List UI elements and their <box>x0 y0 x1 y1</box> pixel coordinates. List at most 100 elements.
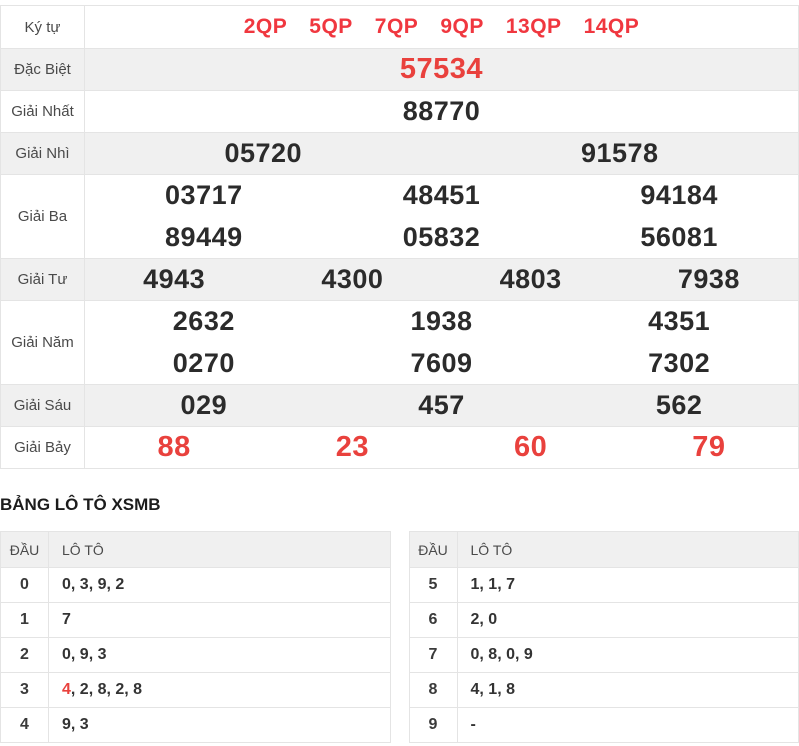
prize-label: Giải Ba <box>1 175 85 258</box>
prize-number: 94184 <box>640 180 718 211</box>
results-table: Ký tự 2QP 5QP 7QP 9QP 13QP 14QP Đặc Biệt 57534 Gi… <box>0 5 799 469</box>
prize-number: 79 <box>692 431 726 463</box>
loto-dau-cell: 4 <box>1 708 49 742</box>
loto-values-cell: 4, 2, 8, 2, 8 <box>49 673 390 707</box>
loto-col-header-dau: ĐẦU <box>410 532 458 567</box>
prize-number: 88 <box>157 431 191 463</box>
loto-value-part: 2, 0 <box>470 611 498 628</box>
prize-row: Đặc Biệt 57534 <box>1 48 798 90</box>
prize-number: 1938 <box>410 306 473 337</box>
symbol-code: 9QP <box>440 15 484 38</box>
loto-table-right: ĐẦU LÔ TÔ 5 1, 1, 7 6 2, 0 7 0, 8, 0, 9 8 4, 1,… <box>408 531 799 743</box>
prize-number: 48451 <box>402 180 481 211</box>
prize-values: 88 23 60 79 <box>85 427 798 468</box>
loto-row: 4 9, 3 <box>1 707 390 742</box>
symbol-code: 14QP <box>583 15 640 38</box>
prize-number: 03717 <box>165 180 243 211</box>
prize-row: Giải Sáu 029 457 562 <box>1 384 798 426</box>
symbol-code: 13QP <box>505 15 562 38</box>
loto-row: 2 0, 9, 3 <box>1 637 390 672</box>
loto-value-part: 4, 1, 8 <box>470 681 515 698</box>
loto-table-left: ĐẦU LÔ TÔ 0 0, 3, 9, 2 1 7 2 0, 9, 334, 2, 8,… <box>0 531 391 743</box>
prize-label: Ký tự <box>1 6 85 48</box>
prize-values: 05720 91578 <box>85 133 798 174</box>
loto-row: 0 0, 3, 9, 2 <box>1 567 390 602</box>
prize-label: Giải Tư <box>1 259 85 300</box>
prize-label: Giải Sáu <box>1 385 85 426</box>
loto-section-heading: BẢNG LÔ TÔ XSMB <box>0 495 161 514</box>
lottery-results-page: Ký tự 2QP 5QP 7QP 9QP 13QP 14QP Đặc Biệt 57534 Gi… <box>0 0 799 743</box>
loto-value-part: , 2, 8, 2, 8 <box>70 681 143 698</box>
symbol-code: 2QP <box>243 15 288 38</box>
loto-tables: ĐẦU LÔ TÔ 0 0, 3, 9, 2 1 7 2 0, 9, 334, 2, 8,… <box>0 531 799 743</box>
loto-dau-cell: 9 <box>410 708 458 742</box>
prize-number: 05832 <box>402 221 481 252</box>
loto-dau-cell: 8 <box>410 673 458 707</box>
prize-row: Giải Nhất 88770 <box>1 90 798 132</box>
loto-row: 7 0, 8, 0, 9 <box>409 637 799 672</box>
symbol-code: 7QP <box>374 15 419 38</box>
prize-row: Giải Tư 4943 4300 4803 7938 <box>1 258 798 300</box>
prize-values: 2632 1938 4351 0270 7609 7302 <box>85 301 798 384</box>
prize-row: Ký tự 2QP 5QP 7QP 9QP 13QP 14QP <box>1 6 798 48</box>
prize-number: 4300 <box>321 264 384 294</box>
loto-values-cell: 9, 3 <box>49 708 390 742</box>
prize-number: 7609 <box>410 347 473 378</box>
prize-number: 05720 <box>224 138 303 168</box>
prize-number: 57534 <box>399 53 484 85</box>
loto-values-cell: 7 <box>49 603 390 637</box>
loto-table-left-body: 0 0, 3, 9, 2 1 7 2 0, 9, 334, 2, 8, 2, 8 4 9, 3 <box>1 567 390 742</box>
prize-number: 4803 <box>499 264 562 294</box>
prize-number: 7938 <box>677 264 740 294</box>
prize-values: 57534 <box>85 49 798 90</box>
loto-col-header-dau: ĐẦU <box>1 532 49 567</box>
loto-value-part: 0, 3, 9, 2 <box>62 576 125 593</box>
prize-values: 03717 48451 94184 89449 05832 56081 <box>85 175 798 258</box>
prize-values: 88770 <box>85 91 798 132</box>
prize-values: 4943 4300 4803 7938 <box>85 259 798 300</box>
prize-number: 2632 <box>172 306 235 337</box>
prize-label: Giải Bảy <box>1 427 85 468</box>
prize-number: 23 <box>335 431 369 463</box>
prize-number: 457 <box>418 390 465 420</box>
loto-value-part: 1, 1, 7 <box>470 576 515 593</box>
prize-label: Giải Nhất <box>1 91 85 132</box>
prize-number: 60 <box>513 431 548 463</box>
prize-number: 4943 <box>143 264 206 294</box>
prize-number: 562 <box>655 390 703 420</box>
prize-number: 56081 <box>640 221 718 252</box>
prize-label: Đặc Biệt <box>1 49 85 90</box>
prize-row: Giải Ba 03717 48451 94184 89449 05832 56081 <box>1 174 798 258</box>
loto-table-right-body: 5 1, 1, 7 6 2, 0 7 0, 8, 0, 9 8 4, 1, 8 9- <box>409 567 799 742</box>
loto-values-cell: 4, 1, 8 <box>458 673 799 707</box>
loto-col-header-loto: LÔ TÔ <box>62 541 104 558</box>
prize-number: 4351 <box>648 306 711 337</box>
prize-values: 029 457 562 <box>85 385 798 426</box>
loto-value-part: 0, 8, 0, 9 <box>470 646 533 663</box>
prize-number: 7302 <box>648 347 711 378</box>
prize-label: Giải Nhì <box>1 133 85 174</box>
loto-dau-cell: 1 <box>1 603 49 637</box>
loto-values-cell: 0, 8, 0, 9 <box>458 638 799 672</box>
prize-row: Giải Bảy 88 23 60 79 <box>1 426 798 468</box>
prize-row: Giải Nhì 05720 91578 <box>1 132 798 174</box>
prize-label: Giải Năm <box>1 301 85 384</box>
prize-number: 88770 <box>402 96 481 126</box>
prize-number: 89449 <box>165 221 243 252</box>
loto-row: 5 1, 1, 7 <box>409 567 798 602</box>
loto-row: 6 2, 0 <box>409 602 798 637</box>
loto-dau-cell: 3 <box>1 673 49 707</box>
loto-dau-cell: 2 <box>1 638 49 672</box>
loto-dau-cell: 6 <box>410 603 458 637</box>
loto-values-cell: 0, 9, 3 <box>49 638 390 672</box>
symbol-codes: 2QP 5QP 7QP 9QP 13QP 14QP <box>85 6 798 48</box>
prize-number: 91578 <box>580 138 659 168</box>
loto-value-part: 0, 9, 3 <box>62 646 107 663</box>
loto-values-cell: 0, 3, 9, 2 <box>49 568 390 602</box>
prize-row: Giải Năm 2632 1938 4351 0270 7609 7302 <box>1 300 798 384</box>
prize-number: 029 <box>180 390 228 420</box>
loto-dau-cell: 7 <box>410 638 458 672</box>
loto-row: 34, 2, 8, 2, 8 <box>1 672 390 707</box>
loto-value-part: - <box>470 716 476 733</box>
loto-dau-cell: 0 <box>1 568 49 602</box>
